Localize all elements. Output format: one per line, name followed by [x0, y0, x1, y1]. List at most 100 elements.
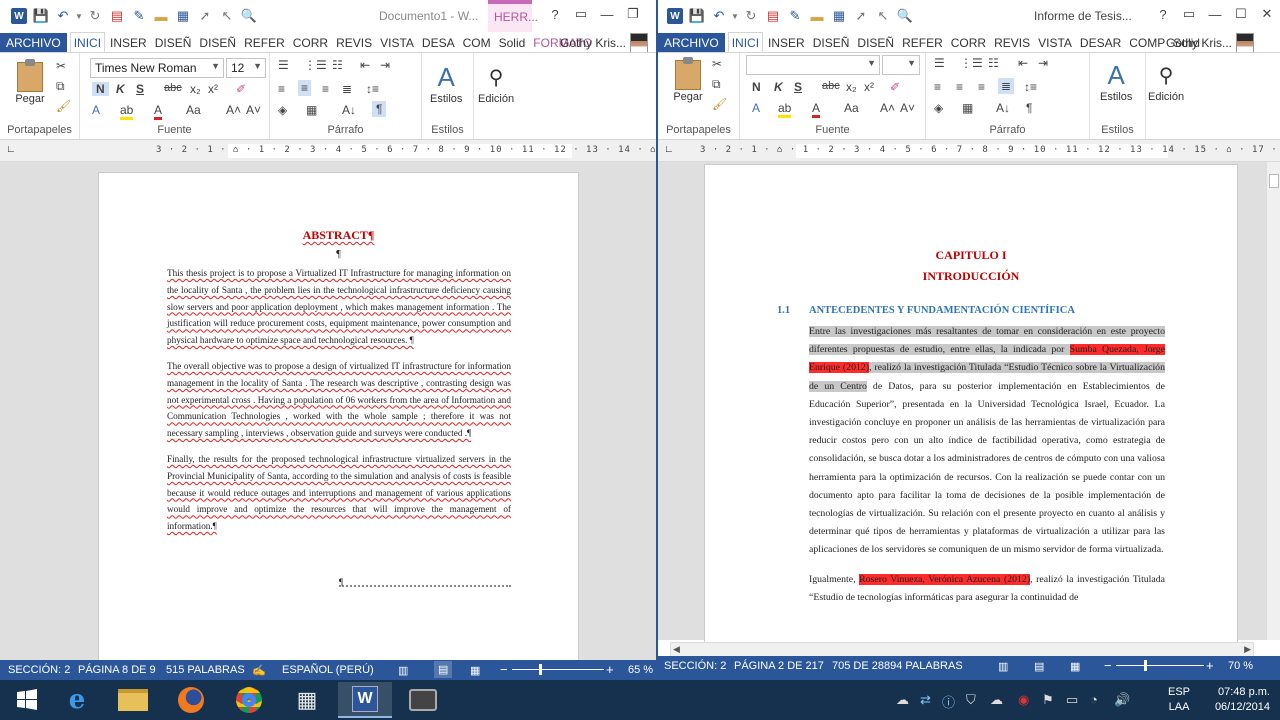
- tab-inicio[interactable]: INICI: [69, 32, 106, 52]
- tab-referencias[interactable]: REFER: [899, 33, 946, 52]
- tab-desarrollador[interactable]: DESA: [419, 33, 458, 52]
- zoom-knob[interactable]: [539, 664, 543, 675]
- zoom-level[interactable]: 65 %: [628, 664, 653, 676]
- tab-complementos[interactable]: COM: [460, 33, 494, 52]
- decrease-indent-icon[interactable]: ⇤: [360, 58, 370, 72]
- strikethrough-button[interactable]: abc: [164, 82, 182, 94]
- increase-indent-icon[interactable]: ⇥: [1038, 56, 1048, 70]
- tab-revisar[interactable]: REVIS: [991, 33, 1033, 52]
- undo-dropdown-icon[interactable]: ▼: [730, 6, 740, 26]
- tab-insertar[interactable]: INSER: [765, 33, 808, 52]
- tab-archivo[interactable]: ARCHIVO: [658, 33, 725, 52]
- scrollbar-thumb[interactable]: [1269, 174, 1279, 188]
- tab-insertar[interactable]: INSER: [107, 33, 150, 52]
- copy-icon[interactable]: ⧉: [56, 79, 65, 94]
- highlight-icon[interactable]: ab: [778, 101, 792, 118]
- taskbar-internet-explorer[interactable]: e: [50, 682, 104, 718]
- undo-icon[interactable]: ↶: [708, 6, 730, 26]
- document-canvas[interactable]: CAPITULO I INTRODUCCIÓN 1.1 ANTECEDENTES…: [658, 162, 1280, 644]
- copy-icon[interactable]: ⧉: [712, 77, 721, 92]
- strikethrough-button[interactable]: abc: [822, 80, 840, 92]
- cut-icon[interactable]: ✂: [56, 59, 66, 73]
- taskbar-calculator[interactable]: ▦: [280, 682, 334, 718]
- tab-selector-icon[interactable]: ∟: [6, 144, 16, 155]
- print-layout-icon[interactable]: ▤: [434, 661, 453, 678]
- taskbar-firefox[interactable]: [164, 682, 218, 718]
- format-painter-icon[interactable]: 🖌: [712, 97, 727, 111]
- select-icon[interactable]: ↖: [216, 6, 238, 26]
- taskbar-chrome[interactable]: [222, 682, 276, 718]
- cloud-icon[interactable]: ☁: [990, 692, 1003, 708]
- restore-icon[interactable]: ❐: [620, 4, 646, 24]
- paste-button[interactable]: Pegar: [672, 57, 704, 103]
- font-size-combo[interactable]: ▼: [882, 55, 920, 75]
- line-spacing-icon[interactable]: ↕≡: [1024, 80, 1037, 94]
- redo-icon[interactable]: ↻: [740, 6, 762, 26]
- clear-format-icon[interactable]: ✐: [236, 82, 246, 96]
- open-folder-icon[interactable]: ▬: [806, 6, 828, 26]
- proofing-icon[interactable]: ✍: [252, 664, 266, 677]
- font-color-icon[interactable]: A: [812, 101, 821, 118]
- context-tab-label[interactable]: HERR...: [488, 0, 538, 32]
- document-page[interactable]: ABSTRACT¶ ¶ This thesis project is to pr…: [98, 172, 579, 672]
- show-formatting-icon[interactable]: ¶: [372, 101, 387, 117]
- redo-icon[interactable]: ↻: [84, 6, 106, 26]
- read-mode-icon[interactable]: ▥: [998, 660, 1008, 673]
- undo-icon[interactable]: ↶: [52, 6, 74, 26]
- print-preview-icon[interactable]: ▤: [106, 6, 128, 26]
- shading-icon[interactable]: ◈: [278, 103, 287, 117]
- decrease-indent-icon[interactable]: ⇤: [1018, 56, 1028, 70]
- align-center-icon[interactable]: ≡: [956, 80, 963, 94]
- styles-button[interactable]: A Estilos: [430, 61, 462, 106]
- status-page[interactable]: PÁGINA 2 DE 217: [734, 660, 824, 672]
- open-folder-icon[interactable]: ▬: [150, 6, 172, 26]
- ribbon-options-icon[interactable]: ▭: [1176, 4, 1202, 24]
- line-spacing-icon[interactable]: ↕≡: [366, 82, 379, 96]
- align-left-icon[interactable]: ≡: [278, 82, 285, 96]
- show-formatting-icon[interactable]: ¶: [1026, 101, 1032, 115]
- save-icon[interactable]: 💾: [686, 6, 708, 26]
- tab-correspondencia[interactable]: CORR: [948, 33, 989, 52]
- bullets-icon[interactable]: ☰: [934, 56, 945, 70]
- scroll-left-icon[interactable]: ◀: [673, 644, 680, 655]
- select-icon[interactable]: ↖: [872, 6, 894, 26]
- font-color-icon[interactable]: A: [154, 103, 163, 120]
- close-icon[interactable]: ✕: [1254, 4, 1280, 24]
- subscript-button[interactable]: x₂: [846, 80, 857, 94]
- table-icon[interactable]: ▦: [828, 6, 850, 26]
- font-name-combo[interactable]: Times New Roman ▼: [90, 58, 224, 78]
- shrink-font-icon[interactable]: A˅: [900, 101, 915, 115]
- pointer-icon[interactable]: ➚: [194, 6, 216, 26]
- subscript-button[interactable]: x₂: [190, 82, 201, 96]
- underline-button[interactable]: S: [136, 82, 144, 96]
- justify-icon[interactable]: ≣: [998, 78, 1015, 94]
- maximize-icon[interactable]: ☐: [1228, 4, 1254, 24]
- display-icon[interactable]: ▭: [1066, 692, 1078, 708]
- print-layout-icon[interactable]: ▤: [1034, 660, 1044, 673]
- status-language[interactable]: ESPAÑOL (PERÚ): [282, 664, 374, 676]
- align-right-icon[interactable]: ≡: [322, 82, 329, 96]
- save-icon[interactable]: 💾: [30, 6, 52, 26]
- numbering-icon[interactable]: ⋮☰: [960, 56, 983, 70]
- tab-archivo[interactable]: ARCHIVO: [0, 33, 67, 52]
- input-language[interactable]: ESP LAA: [1168, 685, 1190, 715]
- shield-icon[interactable]: ⛉: [966, 692, 976, 708]
- info-icon[interactable]: ⓘ: [942, 692, 955, 711]
- web-layout-icon[interactable]: ▦: [470, 664, 480, 677]
- bold-button[interactable]: N: [752, 80, 761, 94]
- shading-icon[interactable]: ◈: [934, 101, 943, 115]
- tab-revisar[interactable]: REVIS: [333, 33, 375, 52]
- sync-icon[interactable]: ⇄: [920, 692, 931, 708]
- grow-font-icon[interactable]: A˄: [226, 103, 241, 117]
- start-button[interactable]: [0, 682, 54, 718]
- tab-inicio[interactable]: INICI: [727, 32, 764, 52]
- paste-button[interactable]: Pegar: [14, 59, 46, 105]
- horizontal-ruler[interactable]: ∟ 3 · 2 · 1 · ⌂ · 1 · 2 · 3 · 4 · 5 · 6 …: [658, 140, 1280, 162]
- tab-diseno[interactable]: DISEÑ: [152, 33, 195, 52]
- status-section[interactable]: SECCIÓN: 2: [664, 660, 726, 672]
- justify-icon[interactable]: ≣: [342, 82, 352, 96]
- status-section[interactable]: SECCIÓN: 2: [8, 664, 70, 676]
- multilevel-list-icon[interactable]: ☷: [988, 56, 999, 70]
- zoom-out-icon[interactable]: −: [1104, 658, 1112, 673]
- bullets-icon[interactable]: ☰: [278, 58, 289, 72]
